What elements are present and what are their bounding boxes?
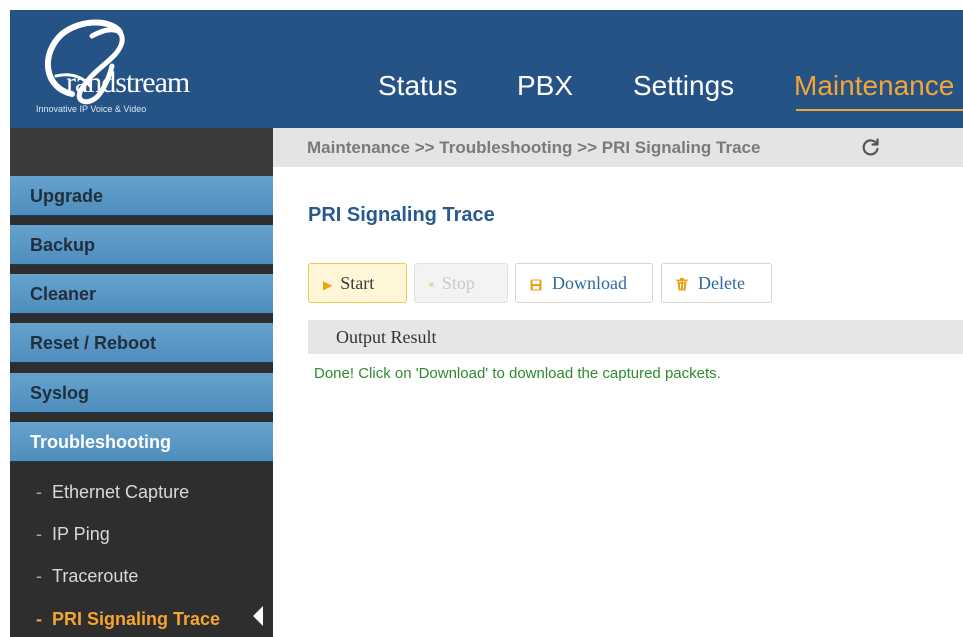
- sidebar-item-troubleshooting[interactable]: Troubleshooting: [10, 422, 273, 462]
- subnav-label: Ethernet Capture: [52, 482, 190, 502]
- subnav-pri-signaling-trace[interactable]: - PRI Signaling Trace: [36, 609, 220, 630]
- breadcrumb: Maintenance >> Troubleshooting >> PRI Si…: [307, 138, 761, 157]
- subnav-label: IP Ping: [52, 524, 110, 544]
- download-button[interactable]: Download: [515, 263, 653, 303]
- start-label: Start: [340, 273, 375, 293]
- nav-maintenance[interactable]: Maintenance: [794, 70, 954, 102]
- sidebar: Upgrade Backup Cleaner Reset / Reboot Sy…: [10, 128, 273, 637]
- subnav-dash: -: [36, 566, 42, 586]
- subnav-dash: -: [36, 609, 42, 629]
- active-pointer: [253, 606, 263, 626]
- grandstream-logo: randstream Innovative IP Voice & Video: [32, 16, 190, 120]
- subnav-dash: -: [36, 524, 42, 544]
- stop-label: Stop: [441, 273, 475, 293]
- logo-wordmark: randstream: [66, 66, 190, 99]
- sidebar-item-backup[interactable]: Backup: [10, 225, 273, 265]
- page-title: PRI Signaling Trace: [308, 204, 495, 226]
- sidebar-item-upgrade[interactable]: Upgrade: [10, 176, 273, 216]
- output-result-text: Done! Click on 'Download' to download th…: [314, 365, 721, 382]
- refresh-icon[interactable]: [861, 137, 881, 157]
- start-button[interactable]: ▶ Start: [308, 263, 407, 303]
- nav-status[interactable]: Status: [378, 70, 457, 102]
- subnav-dash: -: [36, 482, 42, 502]
- floppy-icon: [530, 279, 542, 291]
- sidebar-top-strip: [10, 128, 273, 176]
- subnav-label: Traceroute: [52, 566, 139, 586]
- sidebar-item-syslog[interactable]: Syslog: [10, 373, 273, 413]
- delete-button[interactable]: Delete: [661, 263, 772, 303]
- subnav-label: PRI Signaling Trace: [52, 609, 221, 629]
- delete-label: Delete: [698, 273, 745, 293]
- output-result-header: Output Result: [308, 320, 963, 354]
- subnav-ip-ping[interactable]: - IP Ping: [36, 524, 110, 545]
- nav-active-underline: [796, 109, 963, 111]
- breadcrumb-bar: Maintenance >> Troubleshooting >> PRI Si…: [273, 128, 963, 167]
- sidebar-item-cleaner[interactable]: Cleaner: [10, 274, 273, 314]
- download-label: Download: [552, 273, 627, 293]
- subnav-traceroute[interactable]: - Traceroute: [36, 566, 138, 587]
- play-icon: ▶: [323, 277, 333, 292]
- logo-tagline: Innovative IP Voice & Video: [36, 104, 147, 114]
- stop-button[interactable]: ■ Stop: [414, 263, 508, 303]
- subnav-ethernet-capture[interactable]: - Ethernet Capture: [36, 482, 189, 503]
- sidebar-item-reset-reboot[interactable]: Reset / Reboot: [10, 323, 273, 363]
- nav-settings[interactable]: Settings: [633, 70, 734, 102]
- top-header: randstream Innovative IP Voice & Video S…: [10, 10, 963, 128]
- trash-icon: [676, 278, 688, 291]
- stop-icon: ■: [429, 279, 434, 289]
- nav-pbx[interactable]: PBX: [517, 70, 573, 102]
